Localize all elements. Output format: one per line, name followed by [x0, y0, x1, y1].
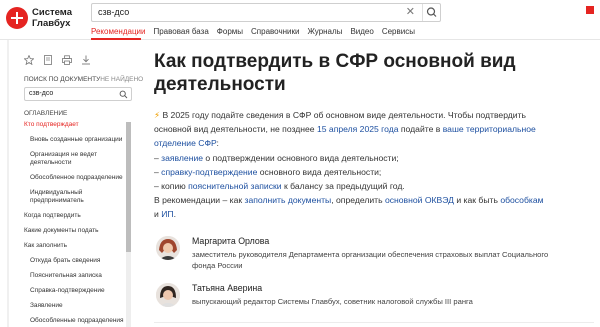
toc-scrollbar-thumb[interactable]: [126, 122, 131, 252]
logo-line-1: Система: [32, 7, 72, 18]
certificate-link[interactable]: справку-подтверждение: [161, 167, 257, 177]
toc-item[interactable]: Обособленное подразделение: [30, 174, 124, 182]
search-button[interactable]: [422, 4, 440, 21]
document-search-value[interactable]: сзв-дсо: [29, 90, 53, 97]
ip-link[interactable]: ИП: [161, 209, 173, 219]
toc-item[interactable]: Обособленные подразделения: [30, 317, 124, 325]
find-tabs: ПОИСК ПО ДОКУМЕНТУ НЕ НАЙДЕНО: [24, 76, 143, 83]
avatar-photo-icon: [156, 236, 180, 260]
document-tools: [24, 55, 91, 65]
explanatory-note-link[interactable]: пояснительной записки: [188, 181, 282, 191]
header: Система Главбух сзв-дсо ✕ Рекомендации П…: [0, 0, 600, 40]
sidebar: ПОИСК ПО ДОКУМЕНТУ НЕ НАЙДЕНО сзв-дсо ОГ…: [0, 40, 143, 327]
divider: [154, 322, 594, 323]
summary-text: В рекомендации – как: [154, 195, 245, 206]
toc-scrollbar[interactable]: [126, 122, 131, 327]
toc-item[interactable]: Когда подтвердить: [24, 212, 124, 220]
close-icon[interactable]: ✕: [406, 5, 415, 18]
logo-line-2: Главбух: [32, 18, 71, 29]
toc-item[interactable]: Индивидуальный предприниматель: [30, 189, 124, 205]
toc-item[interactable]: Пояснительная записка: [30, 272, 124, 280]
list-text: к балансу за предыдущий год.: [281, 181, 405, 192]
list-bullet: – копию: [154, 181, 189, 192]
nav-reference[interactable]: Справочники: [251, 27, 299, 39]
lightning-icon: ⚡: [154, 110, 161, 120]
search-icon[interactable]: [119, 90, 128, 99]
table-of-contents: Кто подтверждает Вновь созданные организа…: [24, 121, 124, 327]
avatar: [156, 283, 180, 307]
nav-legal-base[interactable]: Правовая база: [153, 27, 208, 39]
search-icon: [426, 7, 437, 17]
document-search-input[interactable]: сзв-дсо: [24, 87, 132, 101]
toc-item[interactable]: Вновь созданные организации: [30, 136, 124, 144]
avatar-photo-icon: [156, 283, 180, 307]
expert-role: заместитель руководителя Департамента ор…: [192, 250, 549, 270]
search-input[interactable]: сзв-дсо ✕: [91, 3, 441, 22]
list-text: о подтверждении основного вида деятельно…: [203, 152, 399, 163]
toc-title: ОГЛАВЛЕНИЕ: [24, 110, 68, 117]
summary-text: , определить: [331, 195, 385, 206]
branches-link[interactable]: обособкам: [500, 195, 543, 205]
okved-link[interactable]: основной ОКВЭД: [385, 195, 454, 205]
list-text: основного вида деятельности;: [257, 166, 382, 177]
nav-services[interactable]: Сервисы: [382, 27, 415, 39]
not-found-label: НЕ НАЙДЕНО: [100, 76, 144, 83]
toc-item[interactable]: Как заполнить: [24, 242, 124, 250]
toc-item[interactable]: Кто подтверждает: [24, 121, 124, 129]
document-icon[interactable]: [43, 55, 53, 65]
summary-text: и как быть: [453, 195, 501, 206]
toc-item[interactable]: Заявление: [30, 302, 124, 310]
logo[interactable]: Система Главбух: [6, 5, 86, 33]
fill-documents-link[interactable]: заполнить документы: [245, 195, 332, 205]
download-icon[interactable]: [81, 55, 91, 65]
expert-name[interactable]: Маргарита Орлова: [192, 236, 269, 246]
nav-video[interactable]: Видео: [350, 27, 373, 39]
deadline-link[interactable]: 15 апреля 2025 года: [317, 124, 399, 134]
expert-role: выпускающий редактор Системы Главбух, со…: [192, 297, 473, 306]
find-in-document-tab[interactable]: ПОИСК ПО ДОКУМЕНТУ: [24, 76, 100, 83]
lead-text: :: [216, 138, 219, 149]
toc-item[interactable]: Справка-подтверждение: [30, 287, 124, 295]
star-icon[interactable]: [24, 55, 34, 65]
toc-item[interactable]: Какие документы подать: [24, 227, 124, 235]
lead-text: подайте в: [398, 124, 443, 135]
avatar: [156, 236, 180, 260]
expert-card[interactable]: Татьяна Аверина выпускающий редактор Сис…: [154, 283, 574, 323]
expert-card[interactable]: Маргарита Орлова заместитель руководител…: [154, 236, 574, 276]
logo-plus-icon: [6, 7, 28, 29]
print-icon[interactable]: [62, 55, 72, 65]
expert-name[interactable]: Татьяна Аверина: [192, 283, 262, 293]
article-lead: ⚡ В 2025 году подайте сведения в СФР об …: [154, 108, 544, 222]
nav-journals[interactable]: Журналы: [307, 27, 342, 39]
menu-icon[interactable]: [586, 6, 594, 14]
summary-text: .: [173, 209, 176, 220]
nav-forms[interactable]: Формы: [217, 27, 243, 39]
application-link[interactable]: заявление: [161, 153, 203, 163]
logo-text: Система Главбух: [32, 7, 72, 29]
page-title: Как подтвердить в СФР основной вид деяте…: [154, 51, 516, 95]
toc-item[interactable]: Организация не ведет деятельности: [30, 151, 124, 167]
search-value[interactable]: сзв-дсо: [98, 7, 129, 17]
toc-item[interactable]: Откуда брать сведения: [30, 257, 124, 265]
